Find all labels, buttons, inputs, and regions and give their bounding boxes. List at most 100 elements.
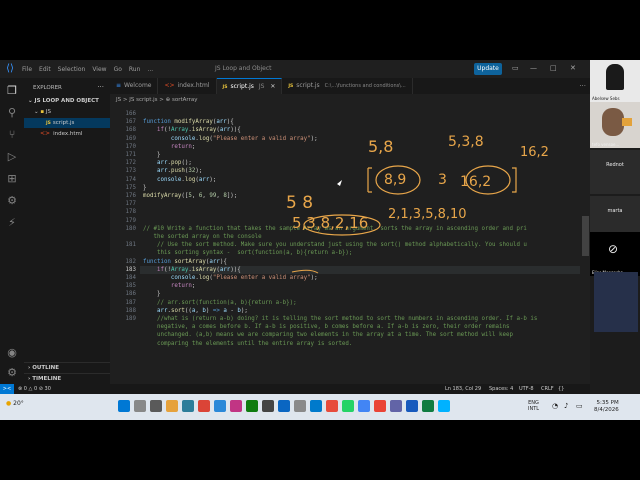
participant-tile[interactable]: Abelsew Sebs [590, 60, 640, 102]
live-share-icon[interactable]: ⚡ [5, 216, 19, 230]
menu-view[interactable]: View [92, 66, 106, 73]
code-line[interactable]: 188 arr.sort((a, b) => a - b); [110, 307, 580, 315]
outline-section[interactable]: › OUTLINE [24, 362, 110, 373]
code-line[interactable]: 184 console.log("Please enter a valid ar… [110, 274, 580, 282]
more-actions-icon[interactable]: ··· [579, 82, 586, 90]
code-line[interactable]: 170 return; [110, 143, 580, 151]
app-icon[interactable] [246, 400, 258, 412]
app-icon[interactable] [390, 400, 402, 412]
menu-more[interactable]: ... [147, 66, 153, 73]
participant-tile[interactable]: ⊘ Elias Mengesha [590, 232, 640, 276]
tab-welcome[interactable]: ≡ Welcome [110, 78, 159, 94]
account-icon[interactable]: ◉ [5, 346, 19, 360]
close-icon[interactable]: ✕ [570, 64, 576, 72]
layout-icon[interactable]: ▭ [512, 64, 519, 72]
code-line[interactable]: 187 // arr.sort(function(a, b){return a-… [110, 299, 580, 307]
code-line[interactable]: 173 arr.push(32); [110, 167, 580, 175]
code-line[interactable]: negative, a comes before b. If a-b is po… [110, 323, 580, 331]
extensions-icon[interactable]: ⊞ [5, 172, 19, 186]
manage-gear-icon[interactable]: ⚙ [5, 366, 19, 380]
menu-file[interactable]: File [22, 66, 32, 73]
encoding-status[interactable]: UTF-8 [519, 384, 534, 394]
code-line[interactable]: comparing the elements until the entire … [110, 340, 580, 348]
tab-script-js-active[interactable]: JS script.js JS ✕ [216, 78, 283, 94]
tree-item-index-html[interactable]: <> index.html [24, 129, 110, 139]
problems-status[interactable]: ⊗ 0 △ 0 ⊘ 30 [18, 384, 51, 394]
tab-script-js-other[interactable]: JS script.js C:\...\functions and conditi… [282, 78, 413, 94]
code-line[interactable]: 167 function modifyArray(arr){ [110, 118, 580, 126]
timeline-section[interactable]: › TIMELINE [24, 373, 110, 384]
code-line[interactable]: 180 // #10 Write a function that takes th… [110, 225, 580, 233]
excel-icon[interactable] [422, 400, 434, 412]
scroll-thumb[interactable] [582, 216, 589, 256]
indentation-status[interactable]: Spaces: 4 [489, 384, 513, 394]
code-line[interactable]: 185 return; [110, 282, 580, 290]
close-tab-icon[interactable]: ✕ [270, 83, 275, 90]
weather-widget[interactable]: ● 20° [6, 400, 24, 407]
chrome-icon[interactable] [198, 400, 210, 412]
code-line[interactable]: 174 console.log(arr); [110, 176, 580, 184]
code-line[interactable]: 166 [110, 110, 580, 118]
code-line[interactable]: 183 if(!Array.isArray(arr)){ [110, 266, 580, 274]
app-icon[interactable] [342, 400, 354, 412]
clock[interactable]: 5:35 PM 8/4/2026 [594, 400, 619, 414]
python-icon[interactable]: ⚙ [5, 194, 19, 208]
code-line[interactable]: 186 } [110, 290, 580, 298]
code-line[interactable]: 178 [110, 208, 580, 216]
edge-icon[interactable] [182, 400, 194, 412]
network-icon[interactable]: ◔ [552, 402, 558, 410]
code-line[interactable]: 189 //what is (return a-b) doing? it is … [110, 315, 580, 323]
app-icon[interactable] [326, 400, 338, 412]
code-line[interactable]: 175} [110, 184, 580, 192]
menu-selection[interactable]: Selection [58, 66, 86, 73]
code-line[interactable]: 179 [110, 217, 580, 225]
source-control-icon[interactable]: ⑂ [5, 128, 19, 142]
menu-run[interactable]: Run [129, 66, 141, 73]
code-line[interactable]: 169 console.log("Please enter a valid ar… [110, 135, 580, 143]
code-line[interactable]: 181 // Use the sort method. Make sure yo… [110, 241, 580, 249]
code-editor[interactable]: 166 167 function modifyArray(arr){168 if(!… [110, 106, 590, 384]
task-view-icon[interactable] [150, 400, 162, 412]
volume-icon[interactable]: ♪ [564, 402, 568, 410]
search-icon[interactable] [134, 400, 146, 412]
app-icon[interactable] [262, 400, 274, 412]
word-icon[interactable] [406, 400, 418, 412]
run-debug-icon[interactable]: ▷ [5, 150, 19, 164]
cursor-position[interactable]: Ln 183, Col 29 [445, 384, 481, 394]
minimize-icon[interactable]: — [530, 64, 537, 72]
search-icon[interactable]: ⚲ [5, 106, 19, 120]
eol-status[interactable]: CRLF [541, 384, 554, 394]
participant-tile[interactable]: Rednot [590, 150, 640, 194]
file-explorer-icon[interactable] [166, 400, 178, 412]
code-line[interactable]: this sorting syntax - sort(function(a, b… [110, 249, 580, 257]
more-actions-icon[interactable]: ··· [97, 83, 104, 91]
app-icon[interactable] [358, 400, 370, 412]
editor-scrollbar[interactable] [581, 106, 590, 384]
code-line[interactable]: 182 function sortArray(arr){ [110, 258, 580, 266]
screen-thumbnail[interactable] [594, 272, 638, 332]
menu-edit[interactable]: Edit [39, 66, 51, 73]
code-line[interactable]: 171 } [110, 151, 580, 159]
input-language[interactable]: ENG INTL [528, 400, 539, 412]
app-icon[interactable] [278, 400, 290, 412]
code-line[interactable]: the sorted array on the console [110, 233, 580, 241]
menu-go[interactable]: Go [114, 66, 122, 73]
explorer-icon[interactable]: ❐ [5, 84, 19, 98]
tree-item-js-folder[interactable]: ⌄ ▪ JS [24, 107, 110, 117]
code-line[interactable]: 177 [110, 200, 580, 208]
start-icon[interactable] [118, 400, 130, 412]
participant-tile[interactable]: tefo vensoe... [590, 102, 640, 148]
code-line[interactable]: 168 if(!Array.isArray(arr)){ [110, 126, 580, 134]
app-icon[interactable] [294, 400, 306, 412]
app-icon[interactable] [374, 400, 386, 412]
update-button[interactable]: Update [474, 63, 502, 75]
maximize-icon[interactable]: □ [550, 64, 557, 72]
workspace-folder[interactable]: ⌄ JS LOOP AND OBJECT [24, 96, 110, 106]
breadcrumb[interactable]: JS > JS script.js > ⊕ sortArray [110, 94, 590, 106]
app-icon[interactable] [438, 400, 450, 412]
tree-item-script-js[interactable]: JS script.js [24, 118, 110, 128]
code-line[interactable]: 172 arr.pop(); [110, 159, 580, 167]
app-icon[interactable] [230, 400, 242, 412]
code-line[interactable]: 176 modifyArray([5, 6, 99, 8]); [110, 192, 580, 200]
battery-icon[interactable]: ▭ [576, 402, 583, 410]
